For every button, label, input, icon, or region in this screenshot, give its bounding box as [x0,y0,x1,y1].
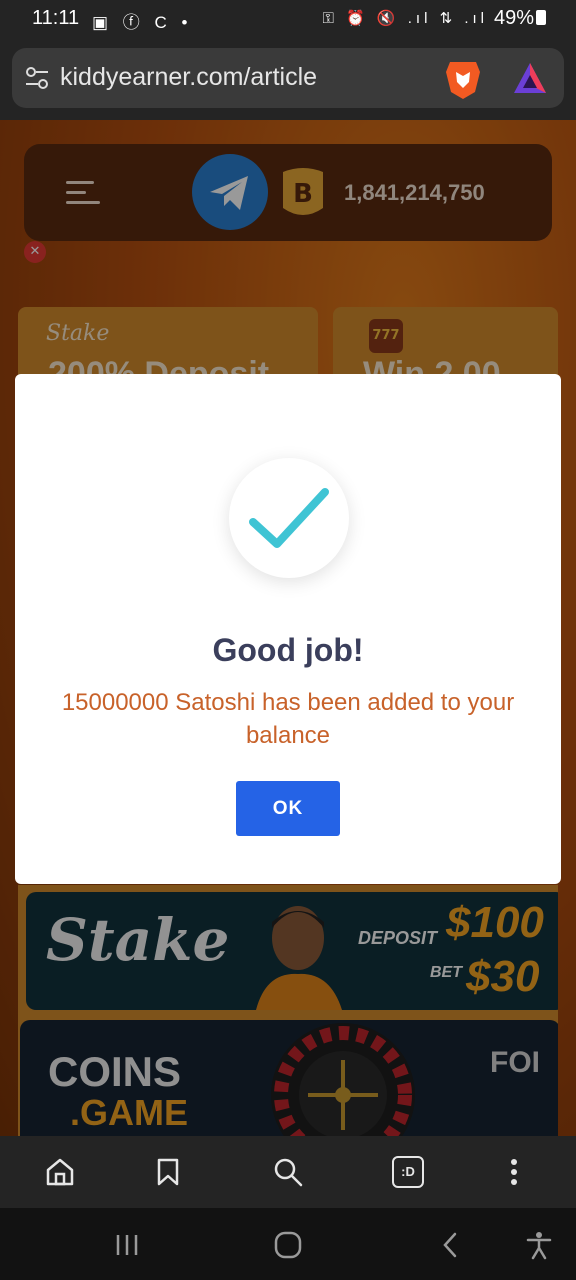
check-icon [249,488,329,548]
success-dialog: Good job! 15000000 Satoshi has been adde… [15,374,561,884]
battery-percent: 49% [493,7,534,29]
accessibility-icon[interactable] [524,1230,554,1260]
notification-icons: ▣ ⓕ C • [92,13,193,32]
brave-rewards-icon[interactable] [512,61,548,95]
home-nav-icon[interactable] [273,1230,303,1260]
web-page: B 1,841,214,750 ✕ Stake 200% Deposit 777… [0,120,576,1136]
dialog-title: Good job! [212,632,364,668]
system-navigation-bar [0,1208,576,1280]
ok-button[interactable]: OK [236,781,340,836]
system-status-icons: ⚿ ⏰ 🔇 .ıl ⇅ .ıl [322,10,488,27]
search-icon[interactable] [272,1156,304,1188]
browser-toolbar: kiddyearner.com/article [0,40,576,120]
address-bar[interactable]: kiddyearner.com/article [12,48,564,108]
status-time: 11:11 [32,7,80,29]
url-text[interactable]: kiddyearner.com/article [60,63,317,92]
battery-icon [536,10,546,25]
tabs-icon[interactable]: :D [392,1156,424,1188]
bookmark-icon[interactable] [152,1156,184,1188]
browser-bottom-toolbar: :D [0,1136,576,1208]
more-icon[interactable] [498,1156,530,1188]
status-bar: 11:11 ▣ ⓕ C • ⚿ ⏰ 🔇 .ıl ⇅ .ıl 49% [0,0,576,40]
tune-icon[interactable] [24,66,50,90]
back-icon[interactable] [436,1230,466,1260]
recents-icon[interactable] [112,1230,142,1260]
success-icon-circle [229,458,349,578]
home-icon[interactable] [44,1156,76,1188]
battery-indicator: 49% [494,7,546,30]
dialog-message: 15000000 Satoshi has been added to your … [61,689,515,749]
brave-lion-icon[interactable] [444,58,482,100]
